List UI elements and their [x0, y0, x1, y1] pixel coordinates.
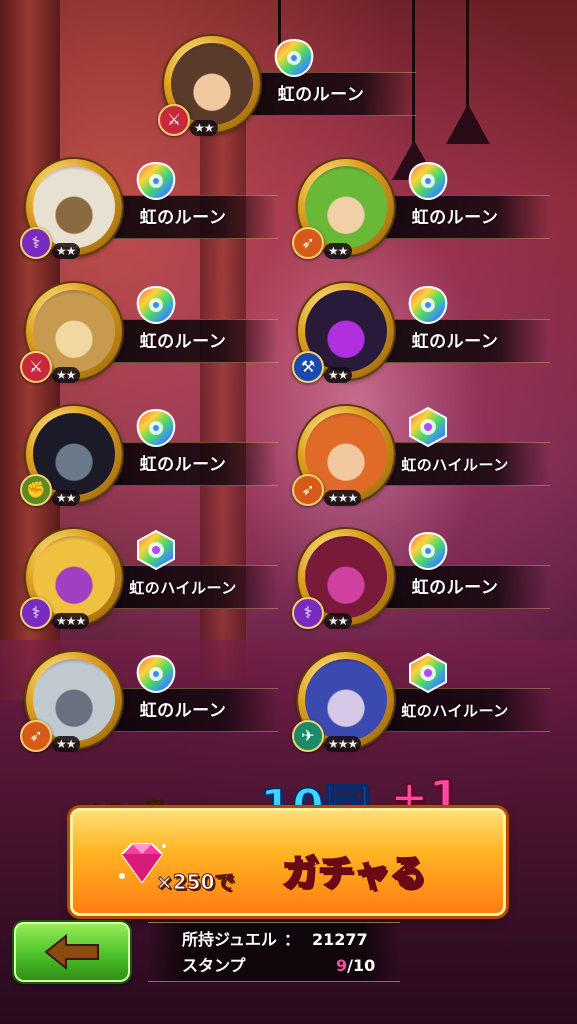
staff-icon: ⚕ — [20, 597, 52, 629]
rainbow-high-rune-icon — [137, 529, 175, 571]
wing-icon: ✈ — [292, 720, 324, 752]
rainbow-high-rune-icon — [409, 406, 447, 448]
sword-icon: ⚔ — [20, 351, 52, 383]
rarity-stars: ★★ — [190, 120, 218, 136]
reward-item[interactable]: 虹のハイルーン ✈ ★★★ — [290, 646, 550, 758]
gacha-action-label: ガチャる — [281, 852, 427, 895]
reward-label: 虹のルーン — [411, 208, 499, 228]
reward-label-bar: 虹のルーン — [370, 195, 550, 239]
reward-label: 虹のルーン — [139, 455, 227, 475]
rarity-stars: ★★ — [52, 243, 80, 259]
bow-icon: ➶ — [292, 474, 324, 506]
rainbow-high-rune-icon — [409, 652, 447, 694]
reward-item[interactable]: 虹のルーン ⚔ ★★ — [156, 30, 416, 142]
stamp-progress: 9/10 — [336, 953, 375, 979]
bow-icon: ➶ — [292, 227, 324, 259]
reward-label: 虹のルーン — [139, 701, 227, 721]
rainbow-rune-icon — [408, 285, 448, 325]
reward-label: 虹のルーン — [277, 85, 365, 105]
staff-icon: ⚕ — [20, 227, 52, 259]
reward-label-bar: 虹のハイルーン — [370, 688, 550, 732]
rarity-stars: ★★ — [52, 490, 80, 506]
stamp-total: /10 — [347, 956, 376, 975]
sword-icon: ⚔ — [158, 104, 190, 136]
status-panel: 所持ジュエル ： 21277 スタンプ 9/10 — [148, 922, 400, 982]
jewel-value: 21277 — [312, 930, 368, 949]
reward-label: 虹のハイルーン — [401, 702, 509, 720]
rarity-stars: ★★ — [52, 736, 80, 752]
jewel-separator: ： — [284, 930, 301, 949]
reward-item[interactable]: 虹のルーン ➶ ★★ — [18, 646, 278, 758]
reward-item[interactable]: 虹のルーン ⚒ ★★ — [290, 277, 550, 389]
hanging-lamp-cord — [466, 0, 469, 110]
staff-icon: ⚕ — [292, 597, 324, 629]
back-button[interactable] — [14, 922, 130, 982]
reward-item[interactable]: 虹のルーン ✊ ★★ — [18, 400, 278, 512]
stamp-label: スタンプ — [182, 956, 246, 975]
reward-label-bar: 虹のルーン — [98, 442, 278, 486]
arrow-left-icon — [44, 934, 99, 970]
rainbow-rune-icon — [136, 654, 176, 694]
reward-label-bar: 虹のルーン — [370, 565, 550, 609]
reward-item[interactable]: 虹のルーン ⚔ ★★ — [18, 277, 278, 389]
reward-item[interactable]: 虹のルーン ⚕ ★★ — [290, 523, 550, 635]
reward-label-bar: 虹のルーン — [98, 319, 278, 363]
reward-label-bar: 虹のルーン — [98, 688, 278, 732]
rainbow-rune-icon — [136, 285, 176, 325]
rarity-stars: ★★ — [324, 243, 352, 259]
rainbow-rune-icon — [136, 161, 176, 201]
stamp-current: 9 — [336, 956, 348, 975]
reward-label-bar: 虹のルーン — [98, 195, 278, 239]
bow-icon: ➶ — [20, 720, 52, 752]
rainbow-rune-icon — [408, 161, 448, 201]
reward-label: 虹のルーン — [411, 578, 499, 598]
reward-label: 虹のルーン — [139, 208, 227, 228]
reward-label: 虹のルーン — [139, 332, 227, 352]
rainbow-rune-icon — [136, 408, 176, 448]
stamp-row: スタンプ 9/10 — [148, 953, 400, 979]
jewel-label: 所持ジュエル — [182, 930, 277, 949]
rarity-stars: ★★ — [324, 367, 352, 383]
reward-item[interactable]: 虹のハイルーン ⚕ ★★★ — [18, 523, 278, 635]
gacha-again-button[interactable]: ×250で ガチャる — [70, 808, 506, 916]
rarity-stars: ★★ — [324, 613, 352, 629]
rarity-stars: ★★★ — [52, 613, 90, 629]
axe-icon: ⚒ — [292, 351, 324, 383]
reward-label-bar: 虹のハイルーン — [370, 442, 550, 486]
reward-item[interactable]: 虹のルーン ⚕ ★★ — [18, 153, 278, 265]
reward-label: 虹のルーン — [411, 332, 499, 352]
reward-label-bar: 虹のルーン — [236, 72, 416, 116]
rainbow-rune-icon — [274, 38, 314, 78]
reward-item[interactable]: 虹のハイルーン ➶ ★★★ — [290, 400, 550, 512]
rainbow-rune-icon — [408, 531, 448, 571]
rarity-stars: ★★★ — [324, 736, 362, 752]
gacha-cost-label: ×250で — [156, 870, 236, 895]
reward-label-bar: 虹のハイルーン — [98, 565, 278, 609]
fist-icon: ✊ — [20, 474, 52, 506]
jewel-row: 所持ジュエル ： 21277 — [148, 927, 400, 953]
reward-label-bar: 虹のルーン — [370, 319, 550, 363]
hanging-lamp-shade — [446, 104, 490, 144]
reward-label: 虹のハイルーン — [129, 579, 237, 597]
rarity-stars: ★★★ — [324, 490, 362, 506]
rarity-stars: ★★ — [52, 367, 80, 383]
reward-item[interactable]: 虹のルーン ➶ ★★ — [290, 153, 550, 265]
reward-label: 虹のハイルーン — [401, 456, 509, 474]
